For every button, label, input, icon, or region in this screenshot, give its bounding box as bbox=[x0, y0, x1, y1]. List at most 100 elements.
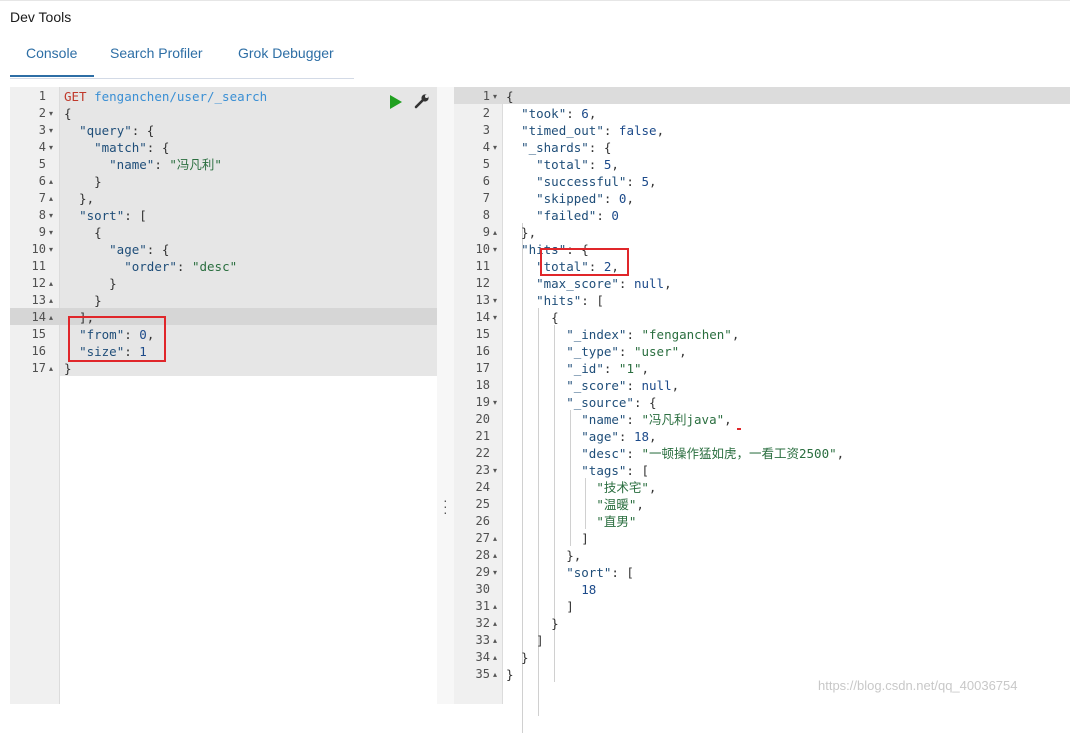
fold-toggle-icon[interactable]: ▾ bbox=[49, 241, 53, 258]
top-border bbox=[0, 0, 1070, 1]
fold-toggle-icon[interactable]: ▾ bbox=[49, 122, 53, 139]
request-editor[interactable]: 1 GET fenganchen/user/_search 2 ▾{3 ▾ "query… bbox=[10, 87, 437, 704]
code-text: "name": "冯凡利" bbox=[64, 156, 222, 173]
code-token: "_id" bbox=[566, 361, 604, 376]
code-text: "name": "冯凡利java", bbox=[506, 411, 731, 428]
code-token: } bbox=[64, 361, 72, 376]
line-number: 5 bbox=[38, 157, 46, 171]
code-text: { bbox=[506, 88, 514, 105]
line-number: 10 bbox=[475, 242, 490, 256]
code-text: "sort": [ bbox=[506, 564, 634, 581]
code-token: "max_score" bbox=[536, 276, 619, 291]
fold-toggle-icon[interactable]: ▴ bbox=[49, 360, 53, 377]
tab-search-profiler[interactable]: Search Profiler bbox=[110, 45, 203, 61]
code-token: "一顿操作猛如虎，一看工资2500" bbox=[641, 446, 837, 461]
fold-toggle-icon[interactable]: ▴ bbox=[49, 275, 53, 292]
code-token: , bbox=[648, 480, 657, 495]
code-token: "1" bbox=[618, 361, 642, 376]
fold-toggle-icon[interactable]: ▾ bbox=[49, 224, 53, 241]
fold-toggle-icon[interactable]: ▾ bbox=[493, 292, 497, 309]
fold-toggle-icon[interactable]: ▴ bbox=[493, 530, 497, 547]
fold-toggle-icon[interactable]: ▴ bbox=[49, 292, 53, 309]
code-text: "successful": 5, bbox=[506, 173, 656, 190]
app-title: Dev Tools bbox=[10, 9, 72, 25]
fold-toggle-icon[interactable]: ▴ bbox=[49, 190, 53, 207]
line-number: 2 bbox=[38, 106, 46, 120]
fold-toggle-icon[interactable]: ▴ bbox=[49, 173, 53, 190]
code-text: } bbox=[506, 666, 514, 683]
fold-toggle-icon[interactable]: ▾ bbox=[493, 394, 497, 411]
line-number: 9 bbox=[38, 225, 46, 239]
fold-toggle-icon[interactable]: ▾ bbox=[493, 88, 497, 105]
code-token: } bbox=[506, 650, 529, 665]
code-token: } bbox=[506, 616, 559, 631]
wrench-icon[interactable] bbox=[414, 93, 430, 109]
fold-toggle-icon[interactable]: ▾ bbox=[493, 139, 497, 156]
line-number: 35 bbox=[475, 667, 490, 681]
fold-toggle-icon[interactable]: ▴ bbox=[493, 632, 497, 649]
code-token: ] bbox=[506, 531, 589, 546]
line-number: 32 bbox=[475, 616, 490, 630]
code-token: "温暖" bbox=[596, 497, 637, 512]
line-number: 3 bbox=[482, 123, 490, 137]
fold-toggle-icon[interactable]: ▴ bbox=[493, 649, 497, 666]
code-token: : bbox=[596, 208, 612, 223]
code-token: "技术宅" bbox=[596, 480, 649, 495]
code-text: { bbox=[506, 309, 559, 326]
fold-toggle-icon[interactable]: ▴ bbox=[493, 666, 497, 683]
line-number: 10 bbox=[31, 242, 46, 256]
code-token: }, bbox=[506, 225, 537, 240]
line-number: 5 bbox=[482, 157, 490, 171]
fold-toggle-icon[interactable]: ▴ bbox=[493, 224, 497, 241]
code-text: "timed_out": false, bbox=[506, 122, 664, 139]
line-number: 12 bbox=[31, 276, 46, 290]
pane-resizer[interactable]: · · · bbox=[437, 87, 454, 704]
code-token: ] bbox=[506, 633, 544, 648]
code-token: false bbox=[618, 123, 657, 138]
fold-toggle-icon[interactable]: ▴ bbox=[493, 547, 497, 564]
fold-toggle-icon[interactable]: ▴ bbox=[493, 598, 497, 615]
fold-toggle-icon[interactable]: ▾ bbox=[49, 207, 53, 224]
line-number: 16 bbox=[31, 344, 46, 358]
line-number: 23 bbox=[475, 463, 490, 477]
fold-toggle-icon[interactable]: ▾ bbox=[493, 241, 497, 258]
fold-toggle-icon[interactable]: ▾ bbox=[493, 462, 497, 479]
line-number: 8 bbox=[482, 208, 490, 222]
fold-toggle-icon[interactable]: ▾ bbox=[493, 564, 497, 581]
play-icon[interactable] bbox=[390, 95, 402, 109]
line-number: 14 bbox=[475, 310, 490, 324]
fold-toggle-icon[interactable]: ▴ bbox=[49, 309, 53, 326]
fold-toggle-icon[interactable]: ▾ bbox=[493, 309, 497, 326]
fold-toggle-icon[interactable]: ▴ bbox=[493, 615, 497, 632]
line-number: 30 bbox=[475, 582, 490, 596]
line-number: 20 bbox=[475, 412, 490, 426]
code-token: "直男" bbox=[596, 514, 637, 529]
line-number: 17 bbox=[31, 361, 46, 375]
code-token: { bbox=[64, 225, 102, 240]
code-token: "冯凡利" bbox=[169, 157, 222, 172]
tab-grok-debugger[interactable]: Grok Debugger bbox=[238, 45, 334, 61]
tab-console[interactable]: Console bbox=[26, 45, 77, 61]
line-number: 12 bbox=[475, 276, 490, 290]
code-token: "name" bbox=[581, 412, 627, 427]
code-text: "max_score": null, bbox=[506, 275, 672, 292]
code-token: "skipped" bbox=[536, 191, 604, 206]
line-number: 26 bbox=[475, 514, 490, 528]
code-token: fenganchen/user/_search bbox=[94, 89, 268, 104]
line-number: 4 bbox=[38, 140, 46, 154]
fold-toggle-icon[interactable]: ▾ bbox=[49, 139, 53, 156]
code-token: : bbox=[618, 276, 634, 291]
line-number: 16 bbox=[475, 344, 490, 358]
fold-toggle-icon[interactable]: ▾ bbox=[49, 105, 53, 122]
line-number: 3 bbox=[38, 123, 46, 137]
line-number: 33 bbox=[475, 633, 490, 647]
line-number: 6 bbox=[482, 174, 490, 188]
